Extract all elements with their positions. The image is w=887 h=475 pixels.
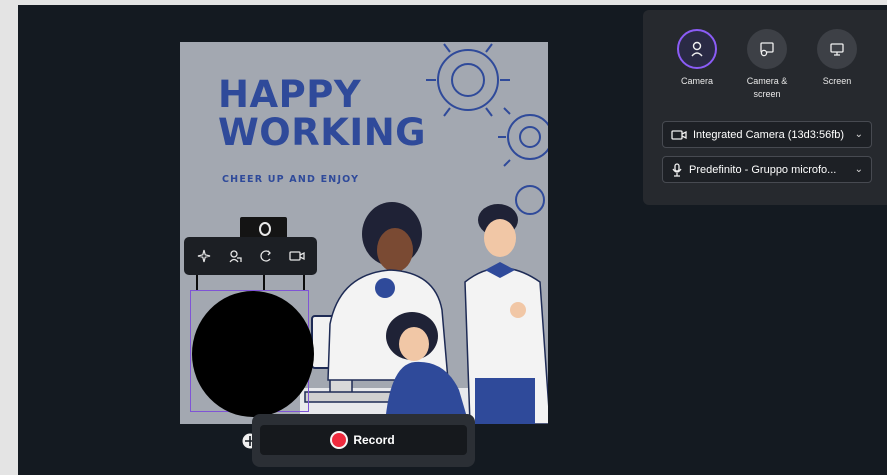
mode-camera[interactable]: Camera: [662, 29, 732, 88]
chevron-down-icon: ⌄: [854, 164, 863, 175]
poster-title-line1: HAPPY: [218, 73, 362, 116]
chevron-down-icon: ⌄: [854, 129, 863, 140]
poster-subtitle: CHEER UP AND ENJOY: [222, 174, 360, 185]
mode-camera-label: Camera: [680, 76, 713, 86]
mode-label: Camera & screen: [732, 75, 802, 101]
rotate-icon[interactable]: [254, 244, 278, 268]
mode-screen[interactable]: Screen: [802, 29, 872, 88]
webcam-top-bar: [240, 217, 287, 239]
webcam-preview[interactable]: [192, 291, 314, 417]
microphone-icon: [672, 162, 682, 177]
person-icon: [691, 41, 703, 57]
mode-label: Screen: [802, 75, 872, 88]
camera-screen-icon: [760, 42, 774, 57]
background-person-icon[interactable]: [223, 244, 247, 268]
connector-line: [196, 275, 198, 291]
poster-title-line2: WORKING: [218, 111, 427, 154]
record-dot-icon: [332, 433, 347, 447]
sparkle-effects-icon[interactable]: [192, 244, 216, 268]
microphone-select-value: Predefinito - Gruppo microfo...: [689, 163, 837, 176]
mode-camera-screen-label-2: screen: [753, 89, 781, 99]
record-bar: Record: [252, 414, 475, 467]
connector-line: [263, 275, 265, 291]
camera-select-value: Integrated Camera (13d3:56fb): [693, 128, 845, 141]
video-camera-icon: [671, 129, 687, 140]
camera-icon[interactable]: [285, 244, 309, 268]
monitor-icon: [830, 43, 844, 56]
poster-title: HAPPY WORKING: [218, 76, 426, 152]
mode-screen-circle[interactable]: [817, 29, 857, 69]
camera-select[interactable]: Integrated Camera (13d3:56fb) ⌄: [662, 121, 872, 148]
mode-screen-label: Screen: [822, 76, 852, 86]
connector-line: [303, 275, 305, 291]
mode-camera-and-screen[interactable]: Camera & screen: [732, 29, 802, 101]
mode-label: Camera: [662, 75, 732, 88]
mode-camera-screen-label-1: Camera &: [746, 76, 788, 86]
microphone-select[interactable]: Predefinito - Gruppo microfo... ⌄: [662, 156, 872, 183]
recording-settings-panel: Camera Camera & screen Screen Integrated…: [643, 10, 887, 205]
camera-toolbar: [184, 237, 317, 275]
mode-camera-screen-circle[interactable]: [747, 29, 787, 69]
record-button[interactable]: Record: [260, 425, 467, 455]
record-label: Record: [353, 433, 395, 447]
mode-camera-circle[interactable]: [677, 29, 717, 69]
